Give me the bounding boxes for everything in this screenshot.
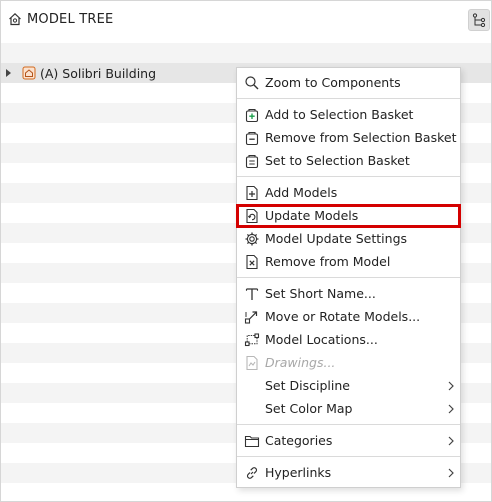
context-menu: Zoom to Components Add to Selection Bask… — [236, 67, 461, 488]
move-icon — [244, 311, 258, 324]
menu-separator — [237, 277, 460, 278]
menu-item-move-or-rotate-models[interactable]: Move or Rotate Models... — [237, 306, 460, 328]
menu-separator — [237, 176, 460, 177]
basket-set-icon — [245, 154, 259, 169]
update-file-icon — [246, 208, 258, 224]
text-icon — [245, 288, 259, 300]
panel-title: MODEL TREE — [27, 12, 114, 27]
menu-item-update-models[interactable]: Update Models — [236, 204, 461, 228]
hierarchy-button[interactable] — [468, 9, 490, 31]
search-icon — [245, 76, 259, 90]
menu-item-set-to-selection-basket[interactable]: Set to Selection Basket — [237, 150, 460, 172]
menu-item-remove-from-model[interactable]: Remove from Model — [237, 251, 460, 273]
hierarchy-icon — [472, 13, 486, 27]
chevron-right-icon — [448, 468, 454, 478]
menu-separator — [237, 424, 460, 425]
location-icon — [244, 333, 260, 347]
remove-file-icon — [246, 254, 258, 270]
menu-item-hyperlinks[interactable]: Hyperlinks — [237, 462, 460, 484]
link-icon — [246, 467, 258, 479]
basket-add-icon — [245, 108, 259, 123]
tree-root-label[interactable]: (A) Solibri Building — [40, 66, 156, 81]
menu-separator — [237, 456, 460, 457]
drawing-icon — [246, 355, 258, 371]
menu-item-add-models[interactable]: Add Models — [237, 182, 460, 204]
panel-header: MODEL TREE — [1, 1, 491, 39]
menu-separator — [237, 98, 460, 99]
chevron-right-icon — [448, 381, 454, 391]
menu-item-zoom-to-components[interactable]: Zoom to Components — [237, 72, 460, 94]
menu-item-remove-from-selection-basket[interactable]: Remove from Selection Basket — [237, 127, 460, 149]
menu-item-model-locations[interactable]: Model Locations... — [237, 329, 460, 351]
tree-row — [1, 43, 491, 63]
model-tree-panel: MODEL TREE (A) Solibri Building Zoom to … — [0, 0, 492, 502]
chevron-right-icon — [448, 436, 454, 446]
menu-item-add-to-selection-basket[interactable]: Add to Selection Basket — [237, 104, 460, 126]
gear-icon — [245, 232, 259, 246]
menu-item-set-discipline[interactable]: Set Discipline — [237, 375, 460, 397]
chevron-right-icon — [448, 404, 454, 414]
menu-item-model-update-settings[interactable]: Model Update Settings — [237, 228, 460, 250]
building-icon — [22, 66, 36, 80]
menu-item-drawings: Drawings... — [237, 352, 460, 374]
folder-icon — [244, 435, 260, 448]
basket-remove-icon — [245, 131, 259, 146]
menu-item-set-short-name[interactable]: Set Short Name... — [237, 283, 460, 305]
add-file-icon — [246, 185, 258, 201]
menu-item-set-color-map[interactable]: Set Color Map — [237, 398, 460, 420]
home-icon — [9, 12, 21, 26]
menu-item-categories[interactable]: Categories — [237, 430, 460, 452]
expand-caret-icon[interactable] — [6, 69, 11, 77]
